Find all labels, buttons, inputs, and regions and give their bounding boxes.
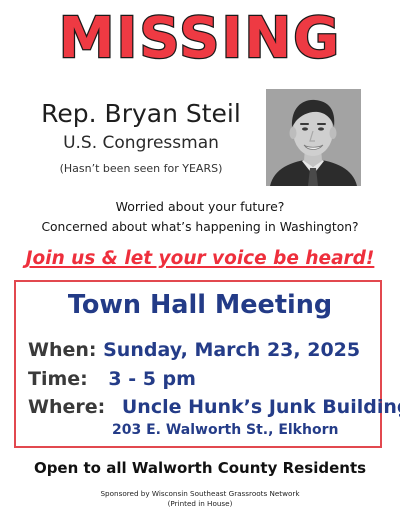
event-address: 203 E. Walworth St., Elkhorn	[112, 422, 339, 438]
event-time-row: Time: 3 - 5 pm	[28, 366, 196, 392]
where-label: Where:	[28, 396, 106, 418]
when-value: Sunday, March 23, 2025	[103, 339, 361, 361]
missing-headline: MISSING	[58, 5, 342, 73]
call-to-action: Join us & let your voice be heard!	[25, 248, 375, 269]
where-value: Uncle Hunk’s Junk Building	[121, 396, 400, 418]
concern-line-2: Concerned about what’s happening in Wash…	[41, 220, 359, 234]
time-value: 3 - 5 pm	[108, 368, 196, 390]
event-title: Town Hall Meeting	[67, 290, 333, 320]
time-label: Time:	[28, 368, 88, 390]
event-when-row: When: Sunday, March 23, 2025	[28, 337, 360, 363]
event-where-row: Where: Uncle Hunk’s Junk Building	[28, 394, 400, 420]
printed-note: (Printed in House)	[167, 499, 233, 508]
portrait-photo	[266, 89, 361, 186]
representative-name: Rep. Bryan Steil	[41, 99, 241, 128]
sponsor-line: Sponsored by Wisconsin Southeast Grassro…	[100, 489, 300, 498]
representative-note: (Hasn’t been seen for YEARS)	[59, 162, 223, 175]
audience-line: Open to all Walworth County Residents	[33, 459, 367, 477]
when-label: When:	[28, 339, 97, 361]
representative-title: U.S. Congressman	[63, 133, 219, 153]
portrait-illustration	[266, 89, 361, 186]
concern-line-1: Worried about your future?	[115, 199, 285, 214]
